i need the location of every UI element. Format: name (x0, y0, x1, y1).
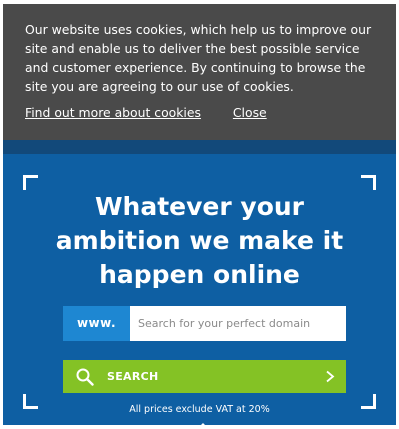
domain-search-input[interactable] (130, 306, 346, 341)
corner-bracket-top-right (361, 175, 376, 190)
search-icon (76, 368, 94, 386)
hero-headline: Whatever your ambition we make it happen… (55, 192, 344, 289)
cookie-more-link[interactable]: Find out more about cookies (25, 105, 201, 120)
corner-bracket-top-left (23, 175, 38, 190)
search-button-label: SEARCH (107, 370, 159, 383)
cookie-banner: Our website uses cookies, which help us … (3, 4, 396, 140)
page-frame: Our website uses cookies, which help us … (3, 4, 396, 425)
cookie-close-link[interactable]: Close (233, 105, 267, 120)
banner-divider (3, 140, 396, 154)
section-pointer (197, 423, 209, 425)
cookie-links: Find out more about cookies Close (25, 104, 267, 122)
www-prefix: www. (63, 306, 130, 341)
domain-search-form: www. (63, 306, 346, 341)
hero-section: Whatever your ambition we make it happen… (3, 154, 396, 425)
vat-note: All prices exclude VAT at 20% (129, 404, 270, 415)
cookie-message: Our website uses cookies, which help us … (25, 22, 372, 94)
search-button[interactable]: SEARCH (63, 360, 346, 393)
chevron-right-icon (326, 370, 335, 383)
